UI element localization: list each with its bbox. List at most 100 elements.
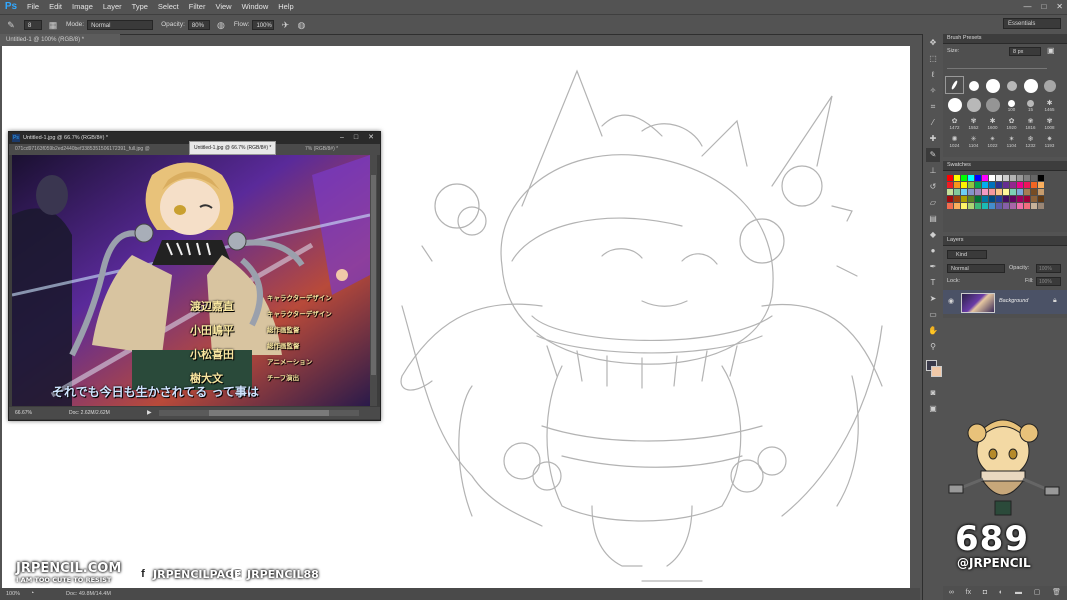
brush-preset[interactable] <box>983 94 1002 112</box>
eyedropper-tool-icon[interactable]: ⁄ <box>926 116 940 130</box>
brush-preset[interactable]: ✴ 1022 <box>983 130 1002 148</box>
color-swatch[interactable] <box>982 203 988 209</box>
color-swatch[interactable] <box>1010 196 1016 202</box>
dodge-tool-icon[interactable]: ● <box>926 244 940 258</box>
fx-icon[interactable]: fx <box>966 586 971 600</box>
color-swatch[interactable] <box>954 196 960 202</box>
fill-field[interactable]: 100% <box>1036 277 1061 286</box>
screen-mode-icon[interactable]: ▣ <box>926 402 940 416</box>
color-swatch[interactable] <box>968 175 974 181</box>
menu-help[interactable]: Help <box>273 0 298 14</box>
color-swatch[interactable] <box>1024 203 1030 209</box>
brush-preset[interactable]: ✱ 1465 <box>1040 94 1059 112</box>
color-swatch[interactable] <box>1010 182 1016 188</box>
color-swatch[interactable] <box>947 196 953 202</box>
hand-tool-icon[interactable]: ✋ <box>926 324 940 338</box>
layer-opacity-field[interactable]: 100% <box>1036 264 1061 273</box>
menu-select[interactable]: Select <box>153 0 184 14</box>
color-swatch[interactable] <box>1024 189 1030 195</box>
background-color[interactable] <box>931 366 942 377</box>
document-tab[interactable]: Untitled-1 @ 100% (RGB/8) * <box>0 34 120 46</box>
photo-maximize-button[interactable]: □ <box>354 132 358 144</box>
minimize-button[interactable]: — <box>1023 0 1031 14</box>
photo-close-button[interactable]: ✕ <box>368 132 374 144</box>
color-swatch[interactable] <box>1031 189 1037 195</box>
brush-panel-icon[interactable]: ▦ <box>48 20 58 30</box>
color-swatch[interactable] <box>1038 175 1044 181</box>
mask-icon[interactable]: ◘ <box>983 586 987 600</box>
trash-icon[interactable]: 🗑︎ <box>1052 586 1061 600</box>
color-swatch[interactable] <box>1038 196 1044 202</box>
zoom-level[interactable]: 100% <box>6 588 20 600</box>
color-swatch[interactable] <box>1010 175 1016 181</box>
color-swatch[interactable] <box>975 203 981 209</box>
brush-preset[interactable]: ✿ 1920 <box>1002 112 1021 130</box>
color-swatch[interactable] <box>968 182 974 188</box>
color-swatch[interactable] <box>954 175 960 181</box>
photo-horizontal-scrollbar[interactable] <box>159 410 359 416</box>
menu-window[interactable]: Window <box>237 0 274 14</box>
gradient-tool-icon[interactable]: ▤ <box>926 212 940 226</box>
eraser-tool-icon[interactable]: ▱ <box>926 196 940 210</box>
color-swatch[interactable] <box>1038 189 1044 195</box>
move-tool-icon[interactable]: ✥ <box>926 36 940 50</box>
color-swatch[interactable] <box>975 182 981 188</box>
color-swatch[interactable] <box>989 203 995 209</box>
flow-field[interactable]: 100% <box>252 19 275 30</box>
color-swatch[interactable] <box>1003 189 1009 195</box>
marquee-tool-icon[interactable]: ⬚ <box>926 52 940 66</box>
opacity-field[interactable]: 80% <box>187 19 210 30</box>
color-swatch[interactable] <box>1010 189 1016 195</box>
swatches-header[interactable]: Swatches <box>943 161 1067 171</box>
color-swatch[interactable] <box>1024 175 1030 181</box>
color-swatch[interactable] <box>975 189 981 195</box>
path-select-tool-icon[interactable]: ➤ <box>926 292 940 306</box>
brush-preset[interactable] <box>983 76 1002 94</box>
eye-icon[interactable]: ◉ <box>948 297 954 305</box>
shape-tool-icon[interactable]: ▭ <box>926 308 940 322</box>
brush-preset[interactable]: ✾ 1008 <box>1040 112 1059 130</box>
brush-preset[interactable] <box>964 94 983 112</box>
clone-stamp-tool-icon[interactable]: ⊥ <box>926 164 940 178</box>
new-layer-icon[interactable]: ▢ <box>1034 586 1041 600</box>
photo-vertical-scrollbar[interactable] <box>370 155 377 406</box>
photo-minimize-button[interactable]: – <box>340 132 344 144</box>
color-swatch[interactable] <box>989 196 995 202</box>
color-swatch[interactable] <box>947 203 953 209</box>
brush-preset[interactable] <box>1040 76 1059 94</box>
brush-size-slider[interactable] <box>947 66 1047 70</box>
color-swatch[interactable] <box>982 196 988 202</box>
color-swatch[interactable] <box>1031 182 1037 188</box>
menu-filter[interactable]: Filter <box>184 0 211 14</box>
pressure-size-icon[interactable]: ◍ <box>296 20 306 30</box>
color-swatch[interactable] <box>1038 203 1044 209</box>
color-swatch[interactable] <box>968 189 974 195</box>
brush-preset[interactable] <box>945 94 964 112</box>
color-swatch[interactable] <box>961 175 967 181</box>
adjustment-icon[interactable]: ◐ <box>999 586 1003 600</box>
history-brush-tool-icon[interactable]: ↺ <box>926 180 940 194</box>
photo-window[interactable]: Ps Untitled-1.jpg @ 66.7% (RGB/8#) * – □… <box>8 131 381 421</box>
color-swatch[interactable] <box>975 196 981 202</box>
brush-size-picker[interactable]: 8 <box>24 19 42 30</box>
crop-tool-icon[interactable]: ⌗ <box>926 100 940 114</box>
color-swatch[interactable] <box>1017 203 1023 209</box>
color-swatch[interactable] <box>961 182 967 188</box>
lasso-tool-icon[interactable]: ℓ <box>926 68 940 82</box>
pressure-opacity-icon[interactable]: ◍ <box>216 20 226 30</box>
color-swatch[interactable] <box>996 189 1002 195</box>
brush-preset[interactable]: ✾ 1552 <box>964 112 983 130</box>
color-swatch[interactable] <box>996 175 1002 181</box>
photo-tab-3[interactable]: 7% (RGB/8#) * <box>305 144 338 155</box>
brush-preset[interactable] <box>1021 76 1040 94</box>
brush-preset[interactable]: ✿ 1472 <box>945 112 964 130</box>
photo-zoom-level[interactable]: 66.67% <box>15 407 32 419</box>
healing-tool-icon[interactable]: ✚ <box>926 132 940 146</box>
color-swatch[interactable] <box>975 175 981 181</box>
color-swatch[interactable] <box>1017 189 1023 195</box>
blur-tool-icon[interactable]: ◆ <box>926 228 940 242</box>
color-swatch[interactable] <box>989 175 995 181</box>
color-swatch[interactable] <box>1031 203 1037 209</box>
color-swatch[interactable] <box>947 189 953 195</box>
photo-scroll-thumb[interactable] <box>371 175 376 375</box>
